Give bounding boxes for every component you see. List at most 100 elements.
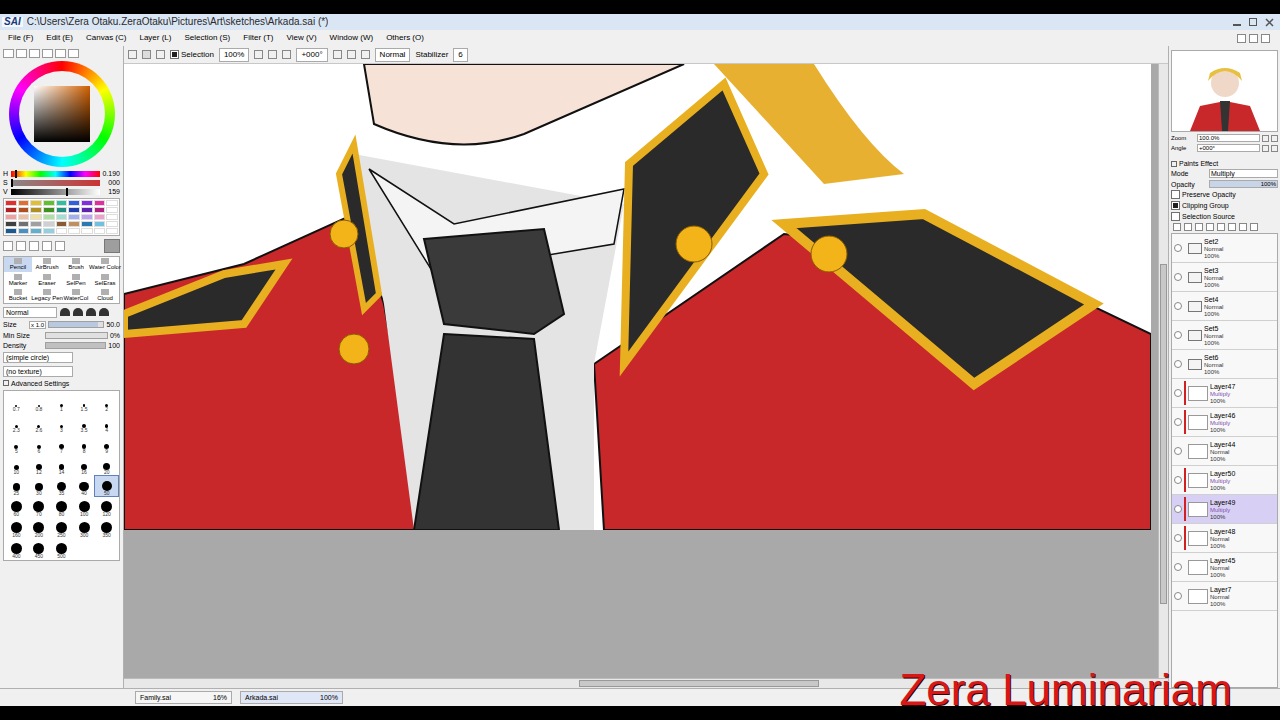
min-size-slider[interactable] xyxy=(45,332,108,339)
color-swatch[interactable] xyxy=(94,221,106,227)
brush-tool[interactable]: SelPen xyxy=(62,273,90,288)
brush-size-preset[interactable]: 80 xyxy=(50,497,73,517)
color-swatch[interactable] xyxy=(94,214,106,220)
brush-tool[interactable]: WaterCol xyxy=(62,288,90,303)
color-swatch[interactable] xyxy=(106,214,118,220)
layer-row[interactable]: Set2Normal100% xyxy=(1172,234,1277,263)
zoom-reset-icon[interactable] xyxy=(282,50,291,59)
brush-edge-icon[interactable] xyxy=(99,308,109,316)
menu-item[interactable]: Filter (T) xyxy=(243,34,273,42)
color-swatch[interactable] xyxy=(56,200,68,206)
size-row[interactable]: Sizex 1.050.0 xyxy=(3,321,120,329)
close-icon[interactable] xyxy=(1265,18,1274,27)
brush-size-preset[interactable]: 0.8 xyxy=(28,392,51,412)
brush-size-preset[interactable]: 70 xyxy=(28,497,51,517)
brush-size-preset[interactable]: 20 xyxy=(95,455,118,475)
layer-action-icon[interactable] xyxy=(1206,223,1214,231)
color-mode-icon[interactable] xyxy=(3,49,14,58)
color-swatch[interactable] xyxy=(68,207,80,213)
layer-option[interactable]: Clipping Group xyxy=(1171,201,1278,210)
layer-row[interactable]: Layer7Normal100% xyxy=(1172,582,1277,611)
brush-size-preset[interactable]: 2 xyxy=(95,392,118,412)
rotate-left-icon[interactable] xyxy=(333,50,342,59)
tool-icon[interactable] xyxy=(29,241,39,251)
brush-edge-icon[interactable] xyxy=(60,308,70,316)
document-tab[interactable]: Arkada.sai100% xyxy=(240,691,343,704)
brush-size-preset[interactable]: 4 xyxy=(95,413,118,433)
hide-icon[interactable] xyxy=(156,50,165,59)
layer-action-icon[interactable] xyxy=(1228,223,1236,231)
color-mode-icon[interactable] xyxy=(16,49,27,58)
min-size-row[interactable]: Min Size0% xyxy=(3,332,120,339)
color-swatch[interactable] xyxy=(5,207,17,213)
menu-item[interactable]: Others (O) xyxy=(386,34,424,42)
menu-item[interactable]: Selection (S) xyxy=(184,34,230,42)
color-swatch[interactable] xyxy=(5,214,17,220)
brush-size-preset[interactable]: 12 xyxy=(28,455,51,475)
color-swatch[interactable] xyxy=(81,228,93,234)
layer-row[interactable]: Layer46Multiply100% xyxy=(1172,408,1277,437)
brush-edge-icon[interactable] xyxy=(73,308,83,316)
layer-row[interactable]: Set4Normal100% xyxy=(1172,292,1277,321)
color-slider[interactable]: H0.190 xyxy=(3,170,120,177)
layer-action-icon[interactable] xyxy=(1184,223,1192,231)
menu-item[interactable]: File (F) xyxy=(8,34,33,42)
color-swatch[interactable] xyxy=(106,228,118,234)
layer-option[interactable]: Preserve Opacity xyxy=(1171,190,1278,199)
brush-size-preset[interactable]: 450 xyxy=(28,539,51,559)
layer-row[interactable]: Set6Normal100% xyxy=(1172,350,1277,379)
deselect-icon[interactable] xyxy=(128,50,137,59)
color-swatch[interactable] xyxy=(5,221,17,227)
brush-size-preset[interactable]: 14 xyxy=(50,455,73,475)
brush-size-preset[interactable]: 250 xyxy=(50,518,73,538)
color-swatch[interactable] xyxy=(106,200,118,206)
brush-size-preset[interactable]: 1 xyxy=(50,392,73,412)
selection-checkbox[interactable] xyxy=(170,50,179,59)
brush-size-preset[interactable]: 300 xyxy=(73,518,96,538)
selection-toggle[interactable]: Selection xyxy=(170,50,214,59)
layer-option-checkbox[interactable] xyxy=(1171,190,1180,199)
color-slider[interactable]: S000 xyxy=(3,179,120,186)
visibility-icon[interactable] xyxy=(1174,592,1182,600)
zoom-out-icon[interactable] xyxy=(268,50,277,59)
brush-size-preset[interactable]: 350 xyxy=(95,518,118,538)
brush-tool[interactable]: Bucket xyxy=(4,288,32,303)
zoom-field[interactable]: 100% xyxy=(219,48,249,62)
layer-row[interactable]: Set3Normal100% xyxy=(1172,263,1277,292)
color-swatch[interactable] xyxy=(43,200,55,206)
color-swatch[interactable] xyxy=(43,207,55,213)
color-swatch[interactable] xyxy=(81,214,93,220)
color-swatch[interactable] xyxy=(18,214,30,220)
stabilizer-select[interactable]: 6 xyxy=(453,48,467,62)
color-mode-icon[interactable] xyxy=(68,49,79,58)
color-swatch[interactable] xyxy=(81,207,93,213)
flip-icon[interactable] xyxy=(361,50,370,59)
brush-size-preset[interactable]: 9 xyxy=(95,434,118,454)
brush-size-preset[interactable]: 0.7 xyxy=(5,392,28,412)
tool-icon[interactable] xyxy=(3,241,13,251)
layer-action-icon[interactable] xyxy=(1239,223,1247,231)
brush-size-preset[interactable]: 25 xyxy=(5,476,28,496)
layer-row[interactable]: Layer48Normal100% xyxy=(1172,524,1277,553)
visibility-icon[interactable] xyxy=(1174,563,1182,571)
current-color[interactable] xyxy=(104,239,120,253)
menu-item[interactable]: Canvas (C) xyxy=(86,34,126,42)
brush-size-preset[interactable]: 50 xyxy=(95,476,118,496)
brush-edge-icon[interactable] xyxy=(86,308,96,316)
navigator-row[interactable]: Angle+000° xyxy=(1171,144,1278,152)
visibility-icon[interactable] xyxy=(1174,331,1182,339)
tool-icon[interactable] xyxy=(16,241,26,251)
color-swatch[interactable] xyxy=(30,214,42,220)
layer-row[interactable]: Layer49Multiply100% xyxy=(1172,495,1277,524)
color-swatch[interactable] xyxy=(18,200,30,206)
artwork[interactable] xyxy=(124,64,1151,530)
visibility-icon[interactable] xyxy=(1174,447,1182,455)
angle-field[interactable]: +000° xyxy=(296,48,327,62)
layer-row[interactable]: Layer47Multiply100% xyxy=(1172,379,1277,408)
layer-option-checkbox[interactable] xyxy=(1171,201,1180,210)
brush-size-preset[interactable]: 30 xyxy=(28,476,51,496)
vertical-scrollbar[interactable] xyxy=(1158,64,1168,678)
brush-tool[interactable]: Eraser xyxy=(33,273,61,288)
menu-item[interactable]: Edit (E) xyxy=(46,34,73,42)
color-square[interactable] xyxy=(34,86,90,142)
